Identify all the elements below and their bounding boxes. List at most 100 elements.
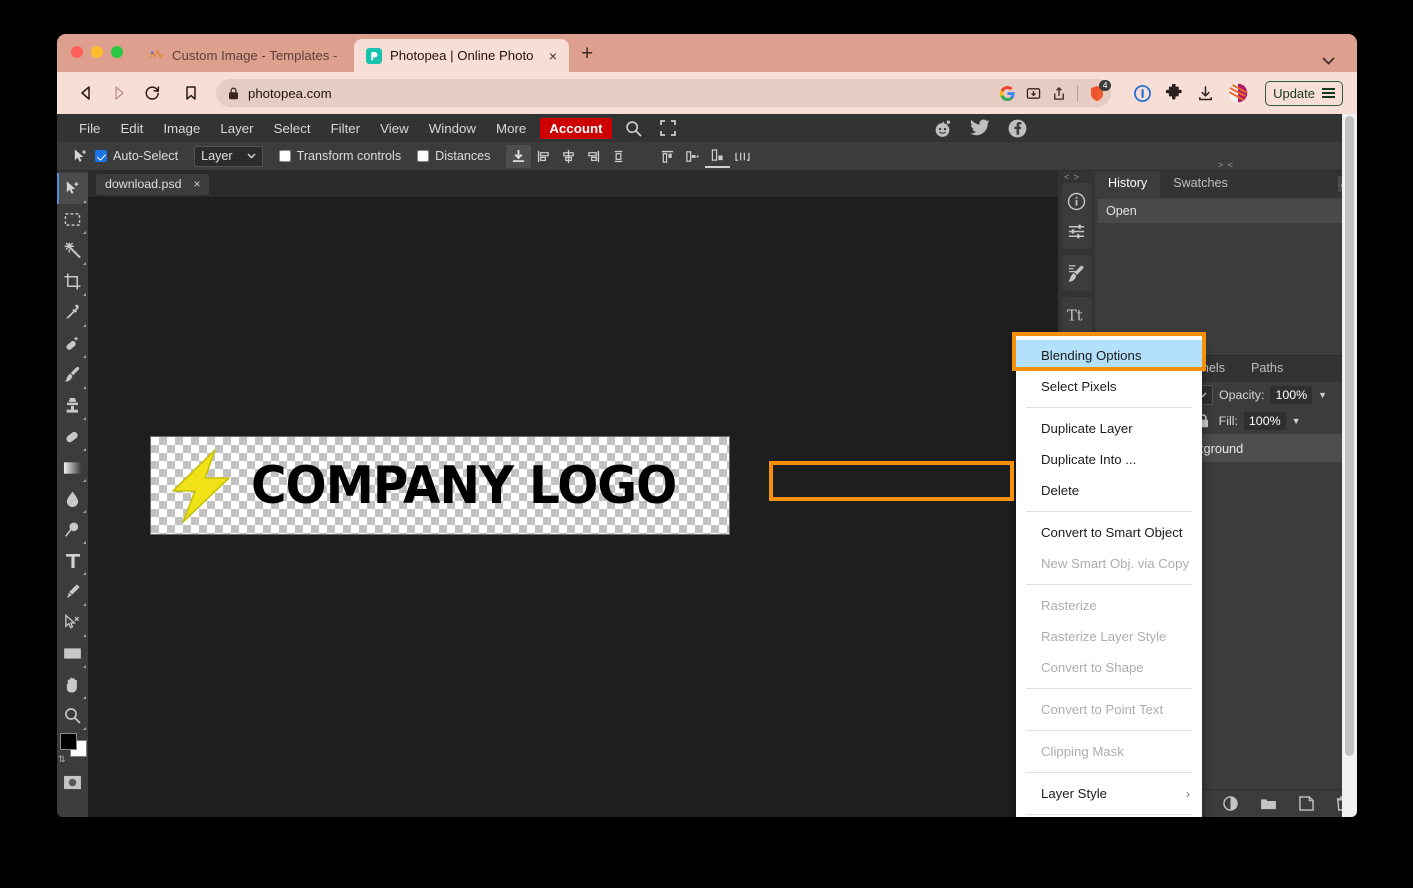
- scrollbar-thumb[interactable]: [1345, 116, 1354, 756]
- shape-tool[interactable]: [57, 638, 88, 669]
- align-right-icon[interactable]: [581, 145, 606, 168]
- close-icon[interactable]: ×: [549, 49, 557, 63]
- document-tab[interactable]: download.psd ×: [96, 173, 210, 195]
- auto-select-scope-select[interactable]: Layer: [194, 145, 263, 167]
- install-icon[interactable]: [1026, 86, 1041, 101]
- type-tool[interactable]: [57, 545, 88, 576]
- hand-tool[interactable]: [57, 669, 88, 700]
- fill-dropdown-icon[interactable]: ▼: [1292, 416, 1301, 426]
- menu-layer[interactable]: Layer: [210, 118, 263, 139]
- menu-view[interactable]: View: [370, 118, 419, 139]
- opacity-value[interactable]: 100%: [1270, 386, 1313, 404]
- align-top-icon[interactable]: [655, 145, 680, 168]
- distances-checkbox[interactable]: [417, 150, 430, 162]
- menu-image[interactable]: Image: [153, 118, 210, 139]
- move-tool[interactable]: [57, 173, 88, 204]
- distribute-v-icon[interactable]: [606, 145, 631, 168]
- eraser-tool[interactable]: [57, 421, 88, 452]
- spot-healing-tool[interactable]: [57, 328, 88, 359]
- gradient-tool[interactable]: [57, 452, 88, 483]
- search-icon[interactable]: [616, 120, 651, 137]
- character-icon[interactable]: Tt: [1062, 300, 1092, 330]
- align-middle-icon[interactable]: [680, 145, 705, 168]
- reload-button[interactable]: [137, 78, 167, 108]
- ctx-item-duplicate-layer[interactable]: Duplicate Layer: [1016, 413, 1202, 444]
- dodge-tool[interactable]: [57, 514, 88, 545]
- align-left-icon[interactable]: [531, 145, 556, 168]
- ctx-item-blending-options[interactable]: Blending Options: [1016, 340, 1202, 371]
- distribute-h-icon[interactable]: [730, 145, 755, 168]
- swap-colors-icon[interactable]: ⇅: [58, 754, 66, 765]
- clone-stamp-tool[interactable]: [57, 390, 88, 421]
- canvas-area[interactable]: download.psd × COMPANY LOGO: [88, 171, 1058, 817]
- twitter-icon[interactable]: [970, 119, 990, 137]
- tab-history[interactable]: History: [1095, 171, 1161, 197]
- browser-tab-active[interactable]: Photopea | Online Photo Editor ×: [354, 39, 569, 72]
- account-button[interactable]: Account: [540, 117, 612, 139]
- info-icon[interactable]: [1062, 186, 1092, 216]
- zoom-tool[interactable]: [57, 700, 88, 731]
- update-button[interactable]: Update: [1265, 80, 1343, 106]
- menu-file[interactable]: File: [69, 118, 110, 139]
- reddit-icon[interactable]: [933, 119, 952, 138]
- hamburger-menu-icon[interactable]: [1322, 88, 1335, 98]
- ctx-item-duplicate-into[interactable]: Duplicate Into ...: [1016, 444, 1202, 475]
- history-item[interactable]: Open: [1098, 199, 1354, 223]
- ctx-item-select-pixels[interactable]: Select Pixels: [1016, 371, 1202, 402]
- extensions-puzzle-icon[interactable]: [1165, 84, 1183, 102]
- crop-tool[interactable]: [57, 266, 88, 297]
- eyedropper-tool[interactable]: [57, 297, 88, 328]
- brush-tool[interactable]: [57, 359, 88, 390]
- downloads-icon[interactable]: [1197, 85, 1214, 102]
- menu-window[interactable]: Window: [419, 118, 486, 139]
- menu-filter[interactable]: Filter: [321, 118, 371, 139]
- forward-button[interactable]: [104, 78, 134, 108]
- magic-wand-tool[interactable]: [57, 235, 88, 266]
- brush-settings-icon[interactable]: [1062, 258, 1092, 288]
- ctx-item-convert-to-smart-object[interactable]: Convert to Smart Object: [1016, 517, 1202, 548]
- tab-paths[interactable]: Paths: [1238, 356, 1296, 382]
- group-icon[interactable]: [1260, 797, 1277, 810]
- back-button[interactable]: [71, 78, 101, 108]
- menu-select[interactable]: Select: [264, 118, 321, 139]
- adjustment-icon[interactable]: [1223, 796, 1238, 811]
- align-download-icon[interactable]: [506, 144, 532, 168]
- ctx-item-delete[interactable]: Delete: [1016, 475, 1202, 506]
- path-selection-tool[interactable]: [57, 607, 88, 638]
- auto-select-checkbox[interactable]: [95, 150, 107, 162]
- menu-edit[interactable]: Edit: [110, 118, 153, 139]
- transform-controls-checkbox[interactable]: [278, 150, 291, 162]
- google-icon[interactable]: [1000, 85, 1015, 101]
- tab-swatches[interactable]: Swatches: [1160, 171, 1241, 197]
- align-center-h-icon[interactable]: [556, 145, 581, 168]
- ctx-item-layer-style[interactable]: Layer Style ›: [1016, 778, 1202, 809]
- collapse-panels-icon[interactable]: > <: [1218, 160, 1234, 170]
- new-tab-button[interactable]: +: [581, 42, 593, 66]
- color-swatches[interactable]: ⇅: [57, 733, 88, 767]
- rectangular-marquee-tool[interactable]: [57, 204, 88, 235]
- brave-shields-icon[interactable]: 4: [1089, 79, 1112, 102]
- close-icon[interactable]: ×: [193, 177, 200, 191]
- quick-mask-toggle[interactable]: [57, 767, 88, 798]
- profile-avatar-icon[interactable]: [1228, 83, 1248, 103]
- address-input[interactable]: photopea.com 4: [216, 79, 1112, 107]
- expand-panels-icon[interactable]: < >: [1064, 172, 1080, 182]
- bookmark-icon[interactable]: [176, 78, 206, 108]
- foreground-color-swatch[interactable]: [60, 733, 77, 750]
- chevron-down-icon[interactable]: [1322, 57, 1335, 65]
- fill-value[interactable]: 100%: [1243, 412, 1286, 430]
- onepassword-icon[interactable]: [1134, 84, 1151, 102]
- artboard[interactable]: COMPANY LOGO: [150, 436, 730, 535]
- browser-tab-inactive[interactable]: Custom Image - Templates - Policie: [137, 39, 352, 72]
- facebook-icon[interactable]: [1008, 119, 1027, 138]
- align-bottom-icon[interactable]: [705, 145, 731, 168]
- close-window-button[interactable]: [71, 46, 83, 58]
- opacity-dropdown-icon[interactable]: ▼: [1318, 390, 1327, 400]
- maximize-window-button[interactable]: [111, 46, 123, 58]
- blur-tool[interactable]: [57, 483, 88, 514]
- adjustments-icon[interactable]: [1062, 216, 1092, 246]
- menu-more[interactable]: More: [486, 118, 536, 139]
- page-scrollbar[interactable]: [1342, 114, 1357, 817]
- pen-tool[interactable]: [57, 576, 88, 607]
- share-icon[interactable]: [1052, 86, 1066, 101]
